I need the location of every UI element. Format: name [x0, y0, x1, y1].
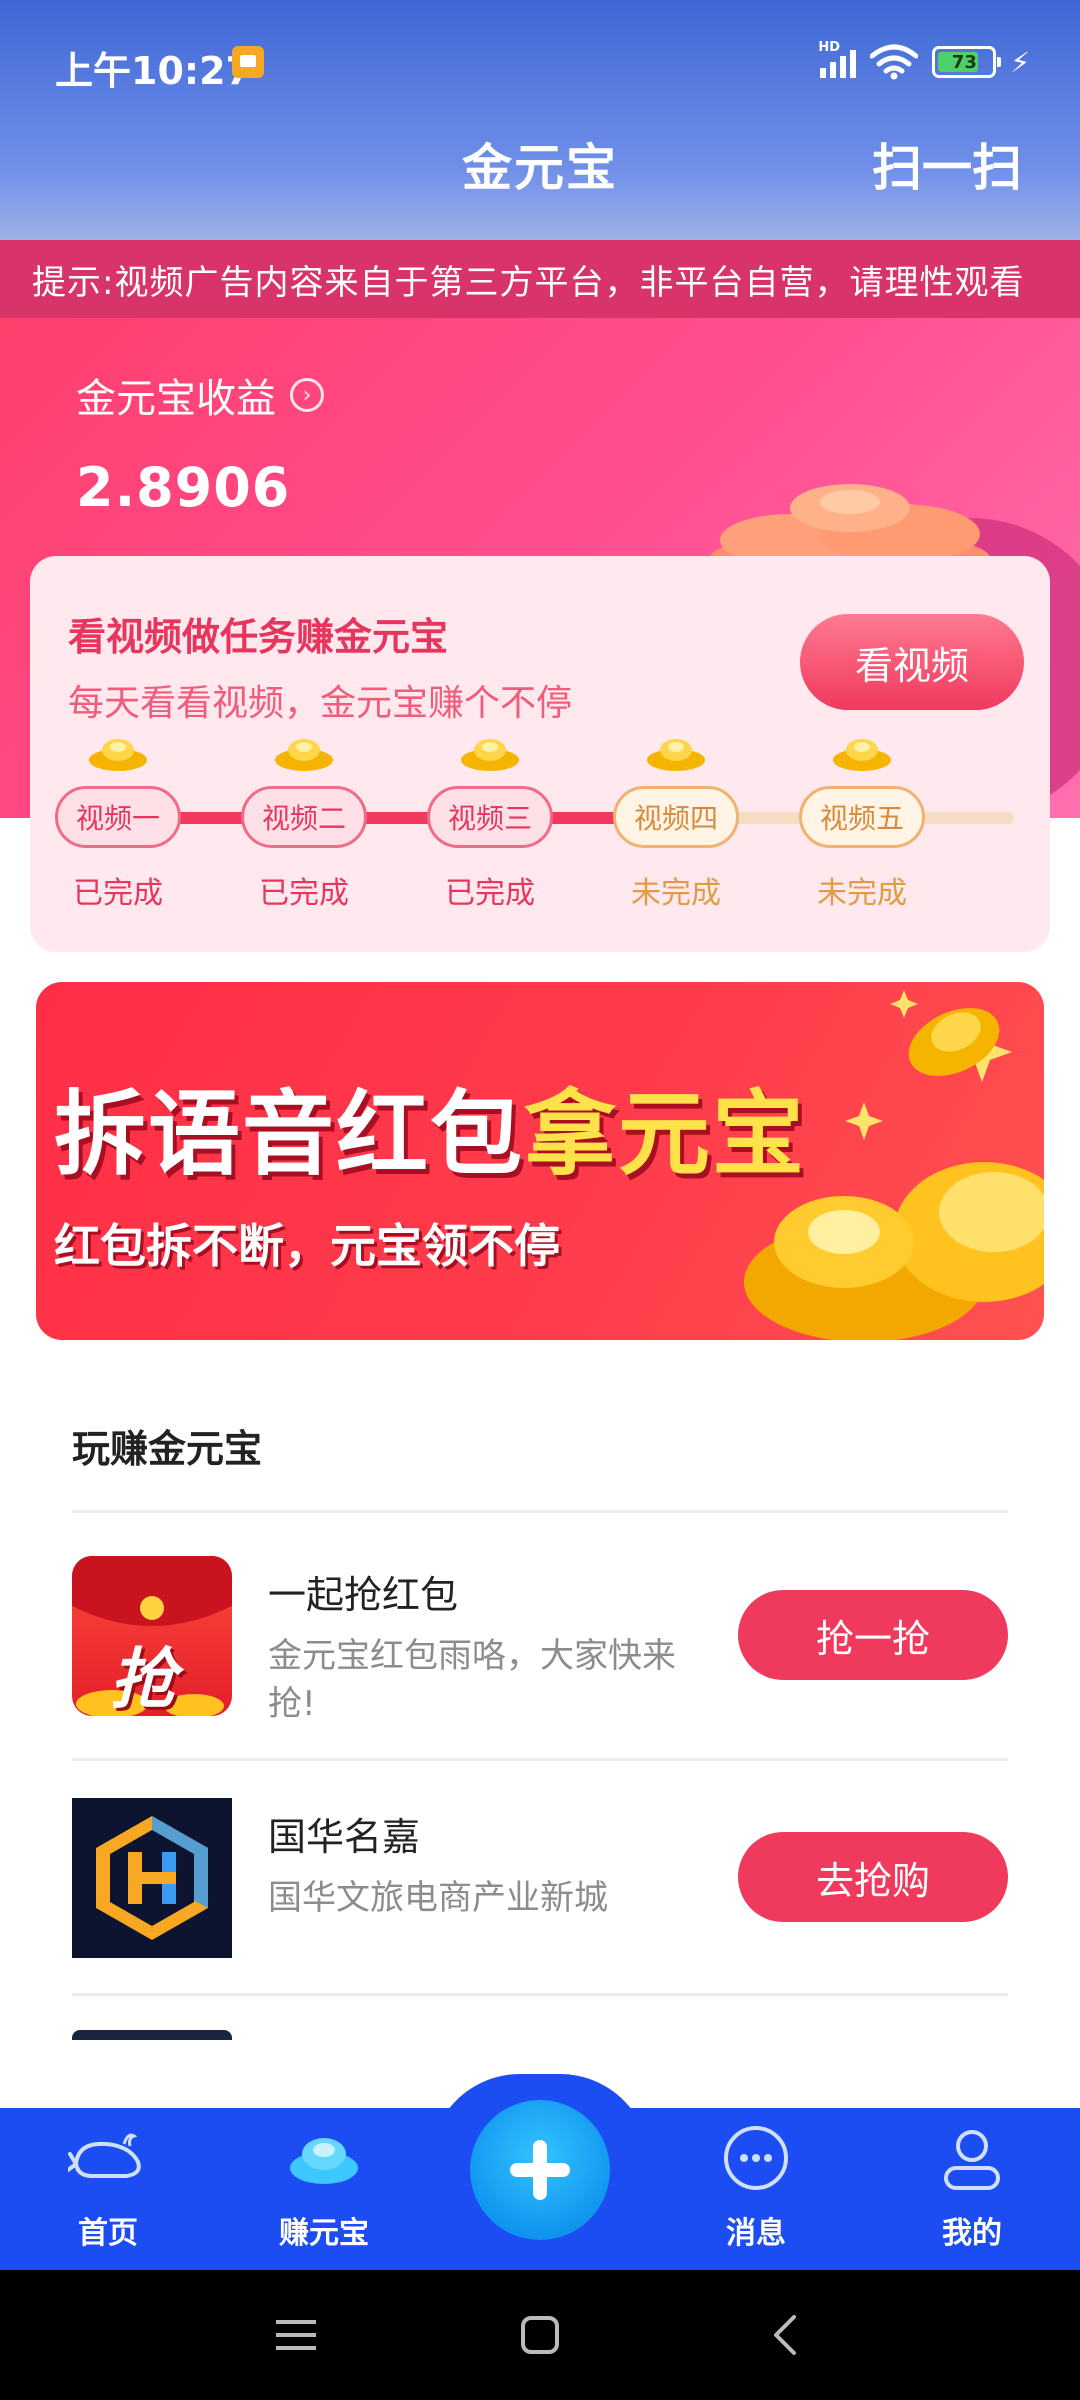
menu-icon[interactable] [236, 2270, 356, 2400]
tab-earn-ingot[interactable]: 赚元宝 [244, 2118, 404, 2252]
task-step-state: 已完成 [73, 876, 163, 911]
gold-ingot-icon [89, 739, 147, 771]
item-description: 金元宝红包雨咯，大家快来抢! [268, 1636, 676, 1724]
status-bar: 上午10:27 HD 73 ⚡ [0, 0, 1080, 125]
task-step-label: 视频五 [799, 786, 925, 848]
network-label: HD [818, 40, 840, 55]
tab-label: 我的 [942, 2216, 1002, 2251]
notification-app-icon [232, 46, 264, 78]
chat-bubble-icon [724, 2126, 788, 2190]
tab-home[interactable]: 首页 [28, 2118, 188, 2252]
status-time: 上午10:27 [55, 49, 252, 93]
item-description: 国华文旅电商产业新城 [268, 1878, 608, 1918]
task-step-label: 视频二 [241, 786, 367, 848]
tab-label: 消息 [726, 2216, 786, 2251]
scan-button[interactable]: 扫一扫 [872, 128, 1022, 200]
list-item-peek [72, 2030, 232, 2040]
task-step-state: 已完成 [259, 876, 349, 911]
section-title: 玩赚金元宝 [72, 1427, 263, 1471]
signal-icon: HD [818, 40, 857, 78]
grab-button[interactable]: 抢一抢 [738, 1590, 1008, 1680]
task-title: 看视频做任务赚金元宝 [68, 615, 449, 659]
notice-text: 提示:视频广告内容来自于第三方平台，非平台自营，请理性观看 [32, 262, 1025, 303]
item-name: 国华名嘉 [268, 1815, 421, 1859]
divider [72, 1993, 1008, 1996]
gold-ingot-icon [833, 739, 891, 771]
wifi-icon [870, 44, 919, 80]
task-subtitle: 每天看看视频，金元宝赚个不停 [68, 683, 573, 724]
task-step: 视频三 已完成 [425, 736, 555, 912]
earnings-title-text: 金元宝收益 [76, 376, 276, 422]
tab-messages[interactable]: 消息 [676, 2118, 836, 2252]
task-step-label: 视频四 [613, 786, 739, 848]
task-step-state: 已完成 [445, 876, 535, 911]
red-envelope-icon: 抢 [72, 1556, 232, 1716]
hexagon-h-logo-icon [72, 1798, 232, 1958]
system-nav-bar [0, 2270, 1080, 2400]
charging-icon: ⚡ [1010, 45, 1030, 79]
earnings-title[interactable]: 金元宝收益 › [76, 366, 324, 424]
tab-label: 首页 [78, 2216, 138, 2251]
person-icon [944, 2130, 1000, 2190]
task-step-label: 视频三 [427, 786, 553, 848]
watch-video-button[interactable]: 看视频 [800, 614, 1024, 710]
notice-marquee: 提示:视频广告内容来自于第三方平台，非平台自营，请理性观看 [0, 240, 1080, 318]
battery-level: 73 [951, 51, 977, 73]
voice-red-packet-banner[interactable]: 拆语音红包拿元宝 红包拆不断，元宝领不停 [36, 982, 1044, 1340]
tab-me[interactable]: 我的 [892, 2118, 1052, 2252]
plus-button[interactable] [470, 2100, 610, 2240]
status-icons: HD 73 ⚡ [818, 40, 1030, 82]
task-step-state: 未完成 [631, 876, 721, 911]
gold-ingot-icon [647, 739, 705, 771]
banner-headline-white: 拆语音红包 [54, 1081, 525, 1188]
whale-icon [66, 2133, 141, 2178]
banner-headline: 拆语音红包拿元宝 [54, 1060, 806, 1193]
divider [72, 1758, 1008, 1761]
divider [72, 1510, 1008, 1513]
task-step: 视频二 已完成 [239, 736, 369, 912]
chevron-right-icon: › [290, 378, 324, 412]
battery-icon: 73 [932, 46, 1002, 78]
gold-ingot-icon [461, 739, 519, 771]
home-square-icon[interactable] [480, 2270, 600, 2400]
banner-subline: 红包拆不断，元宝领不停 [54, 1219, 560, 1273]
list-item[interactable]: 国华名嘉 国华文旅电商产业新城 去抢购 [72, 1798, 1008, 1966]
task-step: 视频四 未完成 [611, 736, 741, 912]
gold-ingot-pile-icon [744, 990, 1044, 1340]
list-item[interactable]: 抢 一起抢红包 金元宝红包雨咯，大家快来抢! 抢一抢 [72, 1556, 1008, 1724]
video-task-card: 看视频做任务赚金元宝 每天看看视频，金元宝赚个不停 看视频 视频一 已完成 视频… [30, 556, 1050, 952]
back-icon[interactable] [726, 2270, 846, 2400]
gold-ingot-icon [275, 739, 333, 771]
red-envelope-icon-text: 抢 [110, 1641, 176, 1716]
task-step: 视频一 已完成 [53, 736, 183, 912]
ingot-icon [290, 2138, 358, 2184]
earnings-value: 2.8906 [76, 456, 291, 519]
task-step: 视频五 未完成 [797, 736, 927, 912]
task-step-state: 未完成 [817, 876, 907, 911]
task-step-label: 视频一 [55, 786, 181, 848]
buy-now-button[interactable]: 去抢购 [738, 1832, 1008, 1922]
item-name: 一起抢红包 [268, 1573, 459, 1617]
tab-label: 赚元宝 [279, 2216, 369, 2251]
